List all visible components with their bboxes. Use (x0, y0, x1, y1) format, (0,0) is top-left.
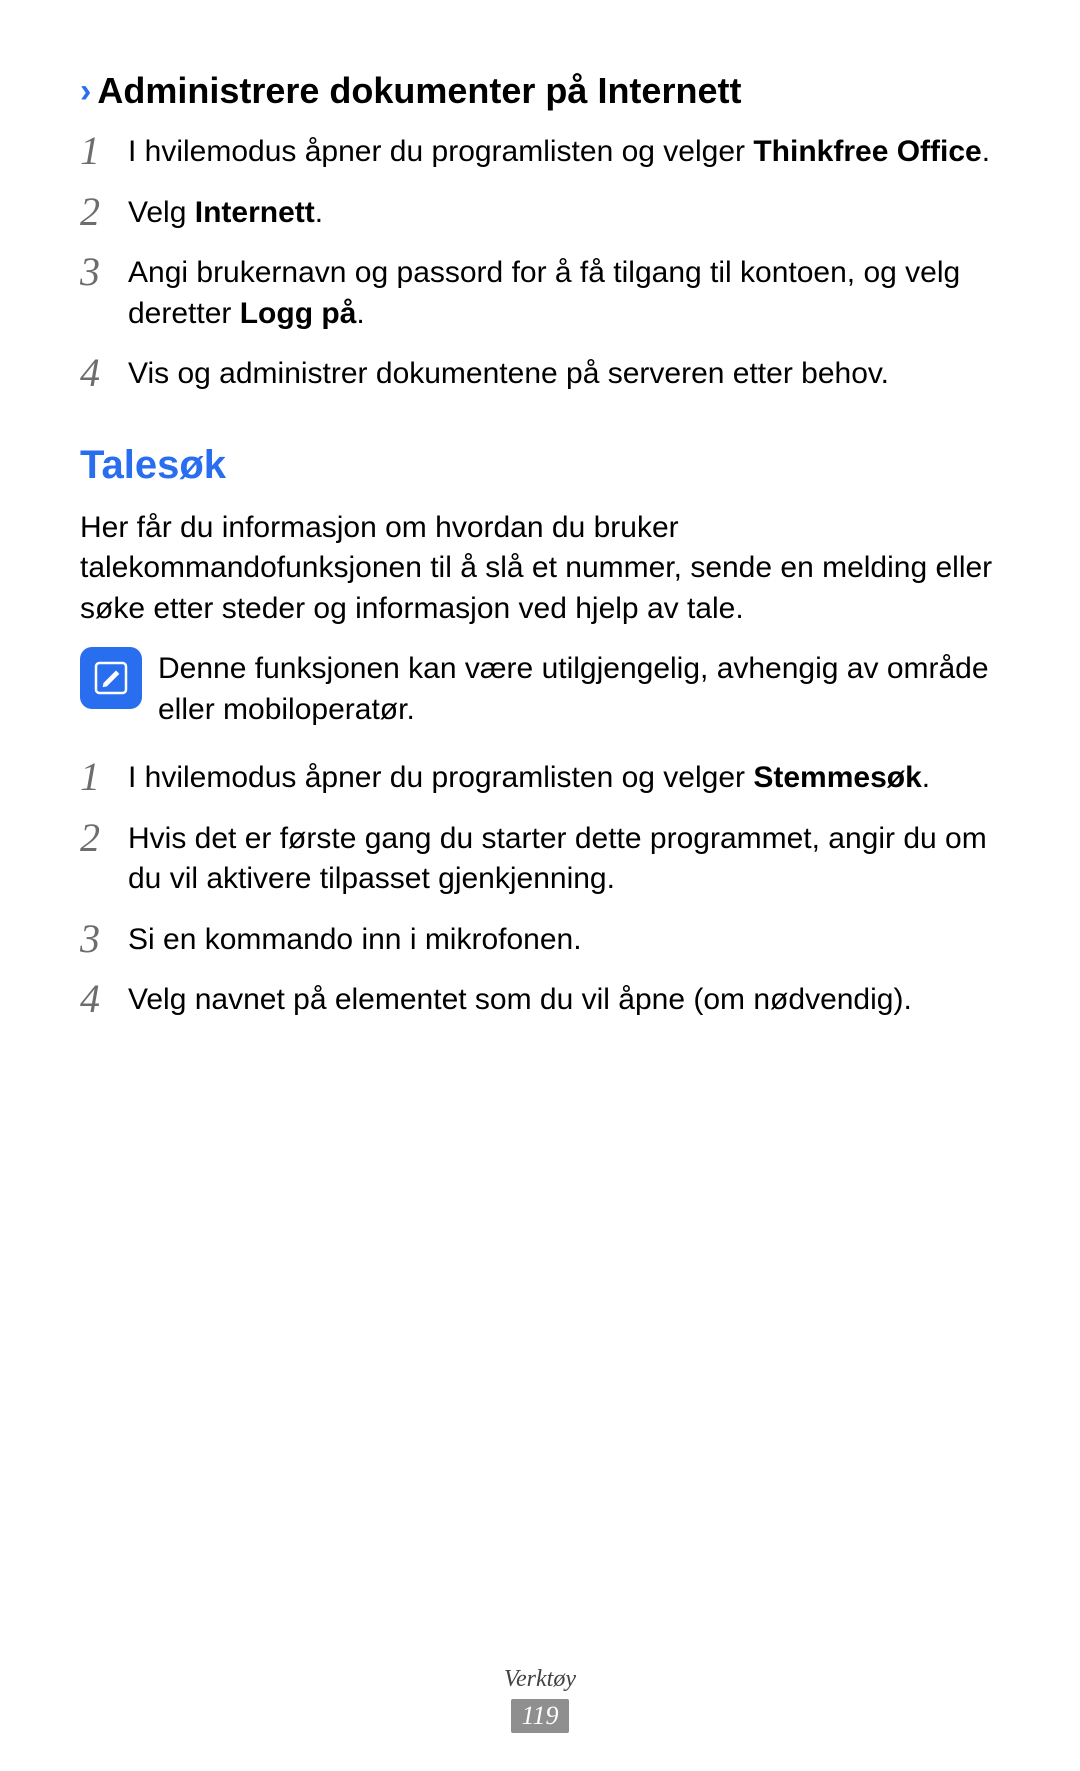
step-item: 3 Angi brukernavn og passord for å få ti… (80, 251, 1000, 334)
note-block: Denne funksjonen kan være utilgjengelig,… (80, 647, 1000, 730)
footer-section-label: Verktøy (0, 1666, 1080, 1693)
step-number: 4 (80, 978, 128, 1020)
step-item: 1 I hvilemodus åpner du programlisten og… (80, 130, 1000, 173)
step-body: I hvilemodus åpner du programlisten og v… (128, 130, 1000, 173)
step-body: Angi brukernavn og passord for å få tilg… (128, 251, 1000, 334)
step-item: 2 Velg Internett. (80, 191, 1000, 234)
step-body: Vis og administrer dokumentene på server… (128, 352, 1000, 395)
section-title-talesok: Talesøk (80, 443, 1000, 488)
page-footer: Verktøy 119 (0, 1666, 1080, 1733)
step-body: Hvis det er første gang du starter dette… (128, 817, 1000, 900)
step-number: 3 (80, 251, 128, 293)
step-number: 3 (80, 918, 128, 960)
step-number: 1 (80, 756, 128, 798)
step-body: Si en kommando inn i mikrofonen. (128, 918, 1000, 961)
step-item: 2 Hvis det er første gang du starter det… (80, 817, 1000, 900)
step-item: 4 Vis og administrer dokumentene på serv… (80, 352, 1000, 395)
chevron-icon: › (80, 74, 91, 108)
page-number-badge: 119 (511, 1699, 568, 1733)
step-list-section2: 1 I hvilemodus åpner du programlisten og… (80, 756, 1000, 1021)
step-list-section1: 1 I hvilemodus åpner du programlisten og… (80, 130, 1000, 395)
step-item: 4 Velg navnet på elementet som du vil åp… (80, 978, 1000, 1021)
step-number: 2 (80, 817, 128, 859)
step-body: Velg Internett. (128, 191, 1000, 234)
step-number: 1 (80, 130, 128, 172)
step-number: 4 (80, 352, 128, 394)
document-page: › Administrere dokumenter på Internett 1… (0, 0, 1080, 1771)
intro-paragraph: Her får du informasjon om hvordan du bru… (80, 508, 1000, 630)
subheading-text: Administrere dokumenter på Internett (97, 70, 741, 112)
step-number: 2 (80, 191, 128, 233)
note-text: Denne funksjonen kan være utilgjengelig,… (158, 647, 1000, 730)
subheading-admin-docs: › Administrere dokumenter på Internett (80, 70, 1000, 112)
step-item: 1 I hvilemodus åpner du programlisten og… (80, 756, 1000, 799)
step-item: 3 Si en kommando inn i mikrofonen. (80, 918, 1000, 961)
step-body: Velg navnet på elementet som du vil åpne… (128, 978, 1000, 1021)
note-icon (80, 647, 142, 709)
step-body: I hvilemodus åpner du programlisten og v… (128, 756, 1000, 799)
